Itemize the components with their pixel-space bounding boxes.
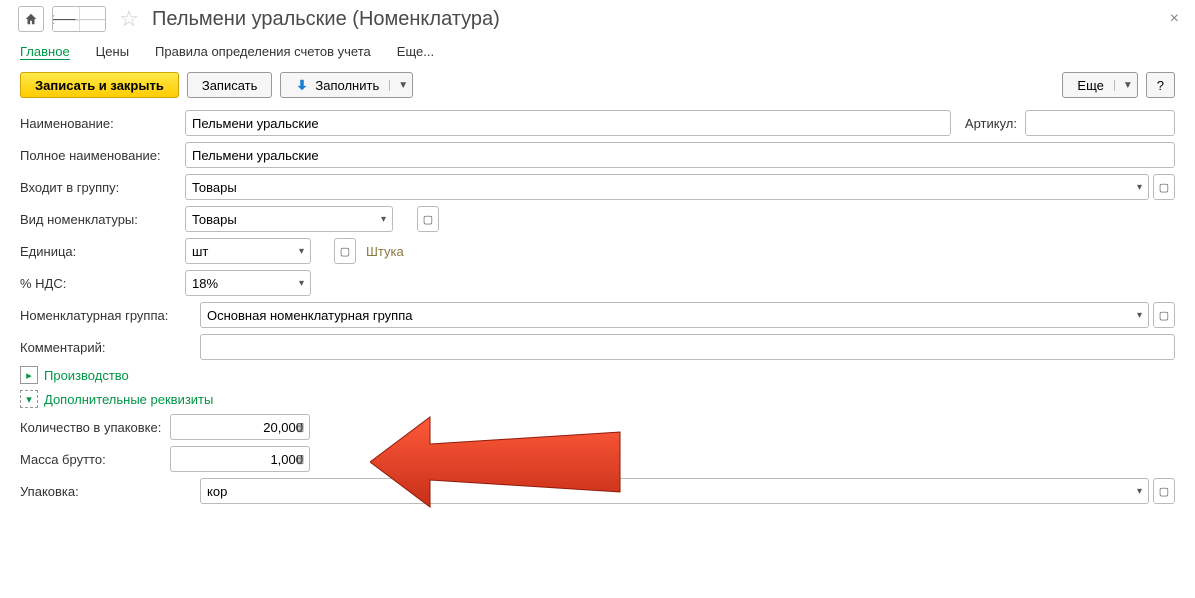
chevron-down-icon: ▾ — [20, 390, 38, 408]
unit-dropdown-button[interactable]: ▾ — [293, 238, 311, 264]
help-button[interactable]: ? — [1146, 72, 1175, 98]
label-unit: Единица: — [20, 244, 185, 259]
chevron-down-icon: ▼ — [389, 80, 408, 91]
section-production-label: Производство — [44, 368, 129, 383]
tab-main[interactable]: Главное — [20, 44, 70, 60]
unit-input[interactable] — [185, 238, 293, 264]
qty-pack-input[interactable] — [170, 414, 310, 440]
home-button[interactable] — [18, 6, 44, 32]
nom-group-open-button[interactable]: ▢ — [1153, 302, 1175, 328]
page-title: Пельмени уральские (Номенклатура) — [152, 8, 500, 31]
nom-group-dropdown-button[interactable]: ▾ — [1131, 302, 1149, 328]
section-additional-label: Дополнительные реквизиты — [44, 392, 213, 407]
package-combo: ▾ — [200, 478, 1149, 504]
nav-group: 🡐 🡒 — [52, 6, 106, 32]
group-open-button[interactable]: ▢ — [1153, 174, 1175, 200]
group-dropdown-button[interactable]: ▾ — [1131, 174, 1149, 200]
save-button[interactable]: Записать — [187, 72, 273, 98]
forward-button[interactable]: 🡒 — [79, 7, 105, 31]
vat-combo: ▾ — [185, 270, 313, 296]
chevron-down-icon: ▼ — [1114, 80, 1133, 91]
fill-icon — [295, 78, 309, 92]
label-qty-pack: Количество в упаковке: — [20, 420, 170, 435]
unit-hint: Штука — [366, 244, 404, 259]
kind-open-button[interactable]: ▢ — [417, 206, 439, 232]
comment-input[interactable] — [200, 334, 1175, 360]
kind-combo: ▾ — [185, 206, 413, 232]
nom-group-input[interactable] — [200, 302, 1131, 328]
label-vat: % НДС: — [20, 276, 185, 291]
tab-bar: Главное Цены Правила определения счетов … — [0, 32, 1195, 68]
section-production[interactable]: ▸ Производство — [20, 366, 1175, 384]
nom-group-combo: ▾ — [200, 302, 1149, 328]
label-gross: Масса брутто: — [20, 452, 170, 467]
fill-button[interactable]: Заполнить ▼ — [280, 72, 413, 98]
label-kind: Вид номенклатуры: — [20, 212, 185, 227]
more-button[interactable]: Еще ▼ — [1062, 72, 1137, 98]
kind-dropdown-button[interactable]: ▾ — [375, 206, 393, 232]
label-article: Артикул: — [965, 116, 1017, 131]
close-button[interactable]: × — [1170, 10, 1179, 28]
label-comment: Комментарий: — [20, 340, 200, 355]
name-input[interactable] — [185, 110, 951, 136]
tab-prices[interactable]: Цены — [96, 44, 129, 60]
label-group: Входит в группу: — [20, 180, 185, 195]
package-open-button[interactable]: ▢ — [1153, 478, 1175, 504]
fill-button-label: Заполнить — [315, 78, 379, 93]
label-full-name: Полное наименование: — [20, 148, 185, 163]
group-input[interactable] — [185, 174, 1131, 200]
vat-dropdown-button[interactable]: ▾ — [293, 270, 311, 296]
unit-combo: ▾ — [185, 238, 330, 264]
more-button-label: Еще — [1077, 78, 1103, 93]
group-combo: ▾ — [185, 174, 1149, 200]
label-nom-group: Номенклатурная группа: — [20, 308, 200, 323]
calculator-icon[interactable]: 🖩 — [297, 451, 304, 472]
label-package: Упаковка: — [20, 484, 200, 499]
chevron-right-icon: ▸ — [20, 366, 38, 384]
label-name: Наименование: — [20, 116, 185, 131]
article-input[interactable] — [1025, 110, 1175, 136]
package-dropdown-button[interactable]: ▾ — [1131, 478, 1149, 504]
full-name-input[interactable] — [185, 142, 1175, 168]
kind-input[interactable] — [185, 206, 375, 232]
section-additional[interactable]: ▾ Дополнительные реквизиты — [20, 390, 1175, 408]
vat-input[interactable] — [185, 270, 293, 296]
tab-accounts[interactable]: Правила определения счетов учета — [155, 44, 371, 60]
save-close-button[interactable]: Записать и закрыть — [20, 72, 179, 98]
unit-open-button[interactable]: ▢ — [334, 238, 356, 264]
package-input[interactable] — [200, 478, 1131, 504]
gross-input[interactable] — [170, 446, 310, 472]
calculator-icon[interactable]: 🖩 — [297, 419, 304, 440]
tab-more[interactable]: Еще... — [397, 44, 434, 60]
favorite-star-icon[interactable]: ☆ — [118, 8, 140, 30]
